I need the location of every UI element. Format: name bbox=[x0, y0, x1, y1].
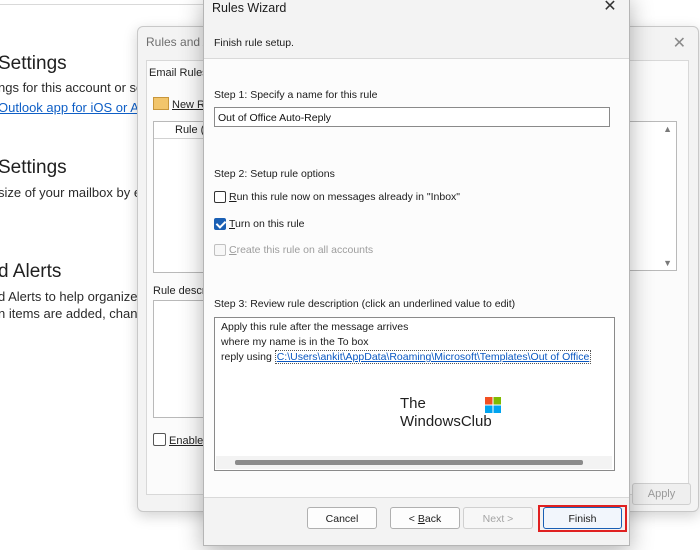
description-line: where my name is in the To box bbox=[221, 336, 369, 348]
option-label: un this rule now on messages already in … bbox=[236, 191, 461, 203]
rules-list-header: Rule ( bbox=[154, 122, 206, 139]
wizard-subtitle: Finish rule setup. bbox=[214, 37, 294, 49]
option-access-key: C bbox=[229, 244, 237, 256]
scroll-up-icon[interactable]: ▲ bbox=[663, 124, 672, 134]
section-heading-account: Settings bbox=[0, 53, 67, 74]
watermark-text-line1: The bbox=[400, 395, 426, 412]
section-text-account: ngs for this account or set bbox=[0, 80, 147, 95]
wizard-title: Rules Wizard bbox=[212, 1, 287, 15]
rule-description-box bbox=[153, 300, 207, 418]
rule-description-box[interactable]: Apply this rule after the message arrive… bbox=[214, 317, 615, 471]
outlook-mobile-link[interactable]: Outlook app for iOS or An bbox=[0, 100, 146, 115]
new-rule-icon bbox=[153, 97, 169, 110]
rule-name-input[interactable]: Out of Office Auto-Reply bbox=[214, 107, 610, 127]
section-heading-storage: Settings bbox=[0, 157, 67, 178]
apply-button[interactable]: Apply bbox=[632, 483, 691, 505]
step3-label: Step 3: Review rule description (click a… bbox=[214, 298, 516, 310]
step2-label: Step 2: Setup rule options bbox=[214, 168, 335, 180]
section-text-alerts-2: n items are added, chang bbox=[0, 306, 145, 321]
back-access-key: B bbox=[417, 513, 425, 525]
windows-logo-icon bbox=[485, 397, 501, 413]
checkbox-box[interactable] bbox=[214, 191, 226, 203]
checkbox-box-checked[interactable] bbox=[214, 218, 226, 230]
description-text: reply using bbox=[221, 351, 275, 363]
back-label: ack bbox=[424, 513, 442, 525]
back-prefix: < bbox=[408, 513, 418, 525]
tab-email-rules[interactable]: Email Rules bbox=[149, 67, 208, 79]
description-line: reply using C:\Users\ankit\AppData\Roami… bbox=[221, 350, 592, 364]
new-rule-button[interactable]: New R bbox=[153, 97, 205, 111]
run-rule-now-checkbox[interactable]: Run this rule now on messages already in… bbox=[214, 191, 460, 203]
close-icon[interactable]: ✕ bbox=[601, 0, 619, 16]
option-access-key: R bbox=[229, 191, 237, 203]
template-path-link[interactable]: C:\Users\ankit\AppData\Roaming\Microsoft… bbox=[274, 350, 592, 364]
rules-list[interactable]: Rule ( bbox=[153, 121, 207, 273]
section-text-storage: size of your mailbox by en bbox=[0, 185, 149, 200]
scrollbar-thumb[interactable] bbox=[235, 460, 583, 465]
section-text-alerts-1: d Alerts to help organize bbox=[0, 289, 138, 304]
dialog-title: Rules and A bbox=[146, 35, 211, 49]
rule-description-label: Rule descr bbox=[153, 285, 206, 297]
close-icon[interactable]: ✕ bbox=[673, 33, 686, 53]
turn-on-rule-checkbox[interactable]: Turn on this rule bbox=[214, 218, 305, 230]
cancel-button[interactable]: Cancel bbox=[307, 507, 377, 529]
option-label: urn on this rule bbox=[235, 218, 305, 230]
rules-list-scrollbar[interactable]: ▲ ▼ bbox=[629, 121, 677, 271]
finish-highlight-box bbox=[538, 505, 627, 532]
enable-checkbox-box[interactable] bbox=[153, 433, 166, 446]
back-button[interactable]: < Back bbox=[390, 507, 460, 529]
watermark-text-line2: WindowsClub bbox=[400, 413, 492, 430]
rule-column-header[interactable]: Rule ( bbox=[175, 124, 204, 136]
next-button: Next > bbox=[463, 507, 533, 529]
rules-wizard-dialog: Rules Wizard ✕ Finish rule setup. Step 1… bbox=[203, 0, 630, 546]
step1-label: Step 1: Specify a name for this rule bbox=[214, 89, 378, 101]
horizontal-scrollbar[interactable] bbox=[216, 456, 612, 469]
all-accounts-checkbox: Create this rule on all accounts bbox=[214, 244, 373, 256]
enable-label: Enable bbox=[169, 435, 204, 447]
scroll-down-icon[interactable]: ▼ bbox=[663, 258, 672, 268]
description-line: Apply this rule after the message arrive… bbox=[221, 321, 409, 333]
new-rule-label: New R bbox=[172, 99, 206, 111]
checkbox-box-disabled bbox=[214, 244, 226, 256]
option-label: reate this rule on all accounts bbox=[236, 244, 374, 256]
enable-checkbox[interactable]: Enable bbox=[153, 433, 203, 447]
divider bbox=[0, 4, 205, 5]
section-heading-alerts: d Alerts bbox=[0, 261, 62, 282]
